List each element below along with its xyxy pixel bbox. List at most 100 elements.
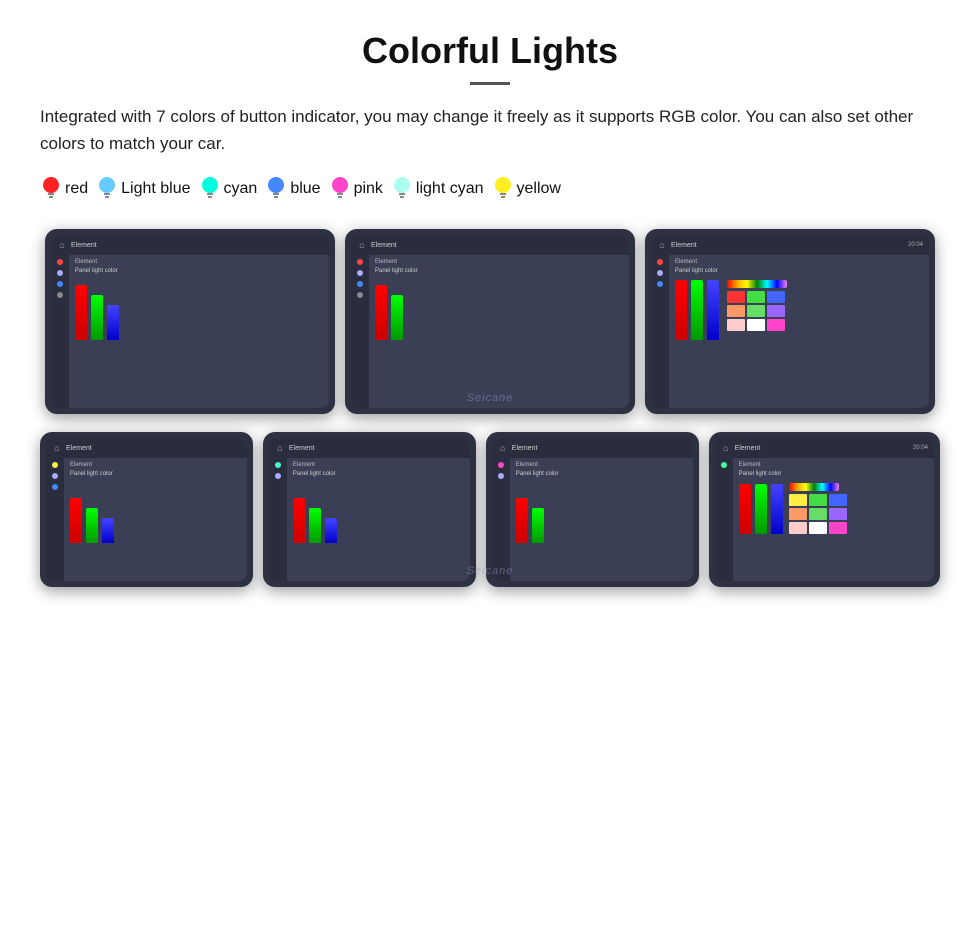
device-screen-2: ⌂ Element Element Panel light color [345, 229, 635, 414]
screen-inner-3: ⌂ Element 20:04 Element [651, 235, 929, 408]
panel-title-5: Panel light color [293, 471, 464, 477]
sidebar-dot2-red [357, 259, 363, 265]
panel-title-7: Panel light color [739, 471, 928, 477]
bar-blue-7 [771, 484, 783, 534]
device-screen-5: ⌂ Element Element Panel light color [263, 432, 476, 587]
sidebar-dot4-yellow [52, 462, 58, 468]
panel-title-2: Panel light color [375, 268, 623, 274]
color-indicators-row: red Light blue cyan blue pink light cyan yello… [40, 175, 940, 203]
rainbow-bar-bottom [789, 483, 839, 491]
header-section: Colorful Lights Integrated with 7 colors… [40, 30, 940, 157]
screen-content-3: Element Panel light color [651, 255, 929, 408]
home-icon-2: ⌂ [357, 240, 367, 250]
bar-green-3 [691, 280, 703, 340]
screen-inner-1: ⌂ Element Element Panel light color [51, 235, 329, 408]
screen-main-6: Element Panel light color [510, 458, 693, 581]
screen-inner-7: ⌂ Element 20:04 Element Panel light colo… [715, 438, 934, 581]
bar-green-2 [391, 295, 403, 340]
light-blue-bulb-icon [96, 175, 118, 203]
screen-topbar-1: ⌂ Element [51, 235, 329, 255]
screen-main-3: Element Panel light color [669, 255, 929, 408]
screen-sidebar-7 [715, 458, 733, 581]
bar-red-5 [293, 498, 305, 543]
topbar-label-4: Element [66, 445, 92, 452]
screen-content-4: Element Panel light color [46, 458, 247, 581]
blue-label: blue [290, 180, 320, 198]
device-screen-4: ⌂ Element Element Panel light color [40, 432, 253, 587]
yellow-label: yellow [517, 180, 561, 198]
screen-inner-2: ⌂ Element Element Panel light color [351, 235, 629, 408]
screen-sidebar-6 [492, 458, 510, 581]
panel-label-2: Element [375, 259, 623, 265]
color-bars-6 [516, 483, 687, 543]
sidebar-dot3-blue [657, 270, 663, 276]
panel-label-1: Element [75, 259, 323, 265]
device-screen-7: ⌂ Element 20:04 Element Panel light colo… [709, 432, 940, 587]
swatch-top-7 [747, 319, 765, 331]
swatch-top-6 [727, 319, 745, 331]
cyan-bulb-icon [199, 175, 221, 203]
screen-sidebar-2 [351, 255, 369, 408]
panel-title-1: Panel light color [75, 268, 323, 274]
color-bars-7 [739, 483, 783, 534]
description-text: Integrated with 7 colors of button indic… [40, 103, 940, 157]
sidebar-dot2-blue2 [357, 281, 363, 287]
device-screen-3: ⌂ Element 20:04 Element [645, 229, 935, 414]
swatch-bottom-2 [829, 494, 847, 506]
screen-sidebar-5 [269, 458, 287, 581]
swatch-bottom-3 [789, 508, 807, 520]
screen-content-5: Element Panel light color [269, 458, 470, 581]
color-item-light-cyan: light cyan [391, 175, 484, 203]
panel-label-3: Element [675, 259, 923, 265]
home-icon-3: ⌂ [657, 240, 667, 250]
pink-bulb-icon [329, 175, 351, 203]
sidebar-dot4-blue2 [52, 484, 58, 490]
color-item-cyan: cyan [199, 175, 258, 203]
swatch-top-8 [767, 319, 785, 331]
device-screen-1: ⌂ Element Element Panel light color [45, 229, 335, 414]
blue-bulb-icon [265, 175, 287, 203]
bar-green-5 [309, 508, 321, 543]
red-label: red [65, 180, 88, 198]
title-divider [470, 82, 510, 85]
light-blue-label: Light blue [121, 180, 190, 198]
swatch-top-2 [767, 291, 785, 303]
screen-sidebar-1 [51, 255, 69, 408]
bottom-screens-row: ⌂ Element Element Panel light color [40, 432, 940, 587]
pink-label: pink [354, 180, 383, 198]
sidebar-dot4-blue [52, 473, 58, 479]
color-bars-5 [293, 483, 464, 543]
color-bars-1 [75, 280, 323, 340]
sidebar-dot7-green [721, 462, 727, 468]
color-item-yellow: yellow [492, 175, 561, 203]
swatch-bottom-6 [789, 522, 807, 534]
home-icon-7: ⌂ [721, 443, 731, 453]
screen3-content [675, 280, 923, 340]
bar-red-4 [70, 498, 82, 543]
color-item-blue: blue [265, 175, 320, 203]
sidebar-dot2-gray [357, 292, 363, 298]
top-screens-row: ⌂ Element Element Panel light color [40, 229, 940, 414]
top-screens-container: ⌂ Element Element Panel light color [40, 229, 940, 414]
screen-content-6: Element Panel light color [492, 458, 693, 581]
color-item-pink: pink [329, 175, 383, 203]
screen-main-7: Element Panel light color [733, 458, 934, 581]
sidebar-dot2-blue [357, 270, 363, 276]
panel-title-4: Panel light color [70, 471, 241, 477]
page-wrapper: Colorful Lights Integrated with 7 colors… [0, 0, 980, 645]
topbar-label-7: Element [735, 445, 761, 452]
screen7-content [739, 483, 928, 534]
bar-red-2 [375, 285, 387, 340]
home-icon-4: ⌂ [52, 443, 62, 453]
screen-content-2: Element Panel light color [351, 255, 629, 408]
topbar-label-1: Element [71, 242, 97, 249]
page-title: Colorful Lights [40, 30, 940, 72]
screen-main-4: Element Panel light color [64, 458, 247, 581]
bar-red-6 [516, 498, 528, 543]
swatches-section-top [727, 280, 787, 340]
color-bars-3 [675, 280, 719, 340]
bar-blue-4 [102, 518, 114, 543]
swatch-top-4 [747, 305, 765, 317]
color-bars-2 [375, 280, 623, 340]
bar-green-7 [755, 484, 767, 534]
